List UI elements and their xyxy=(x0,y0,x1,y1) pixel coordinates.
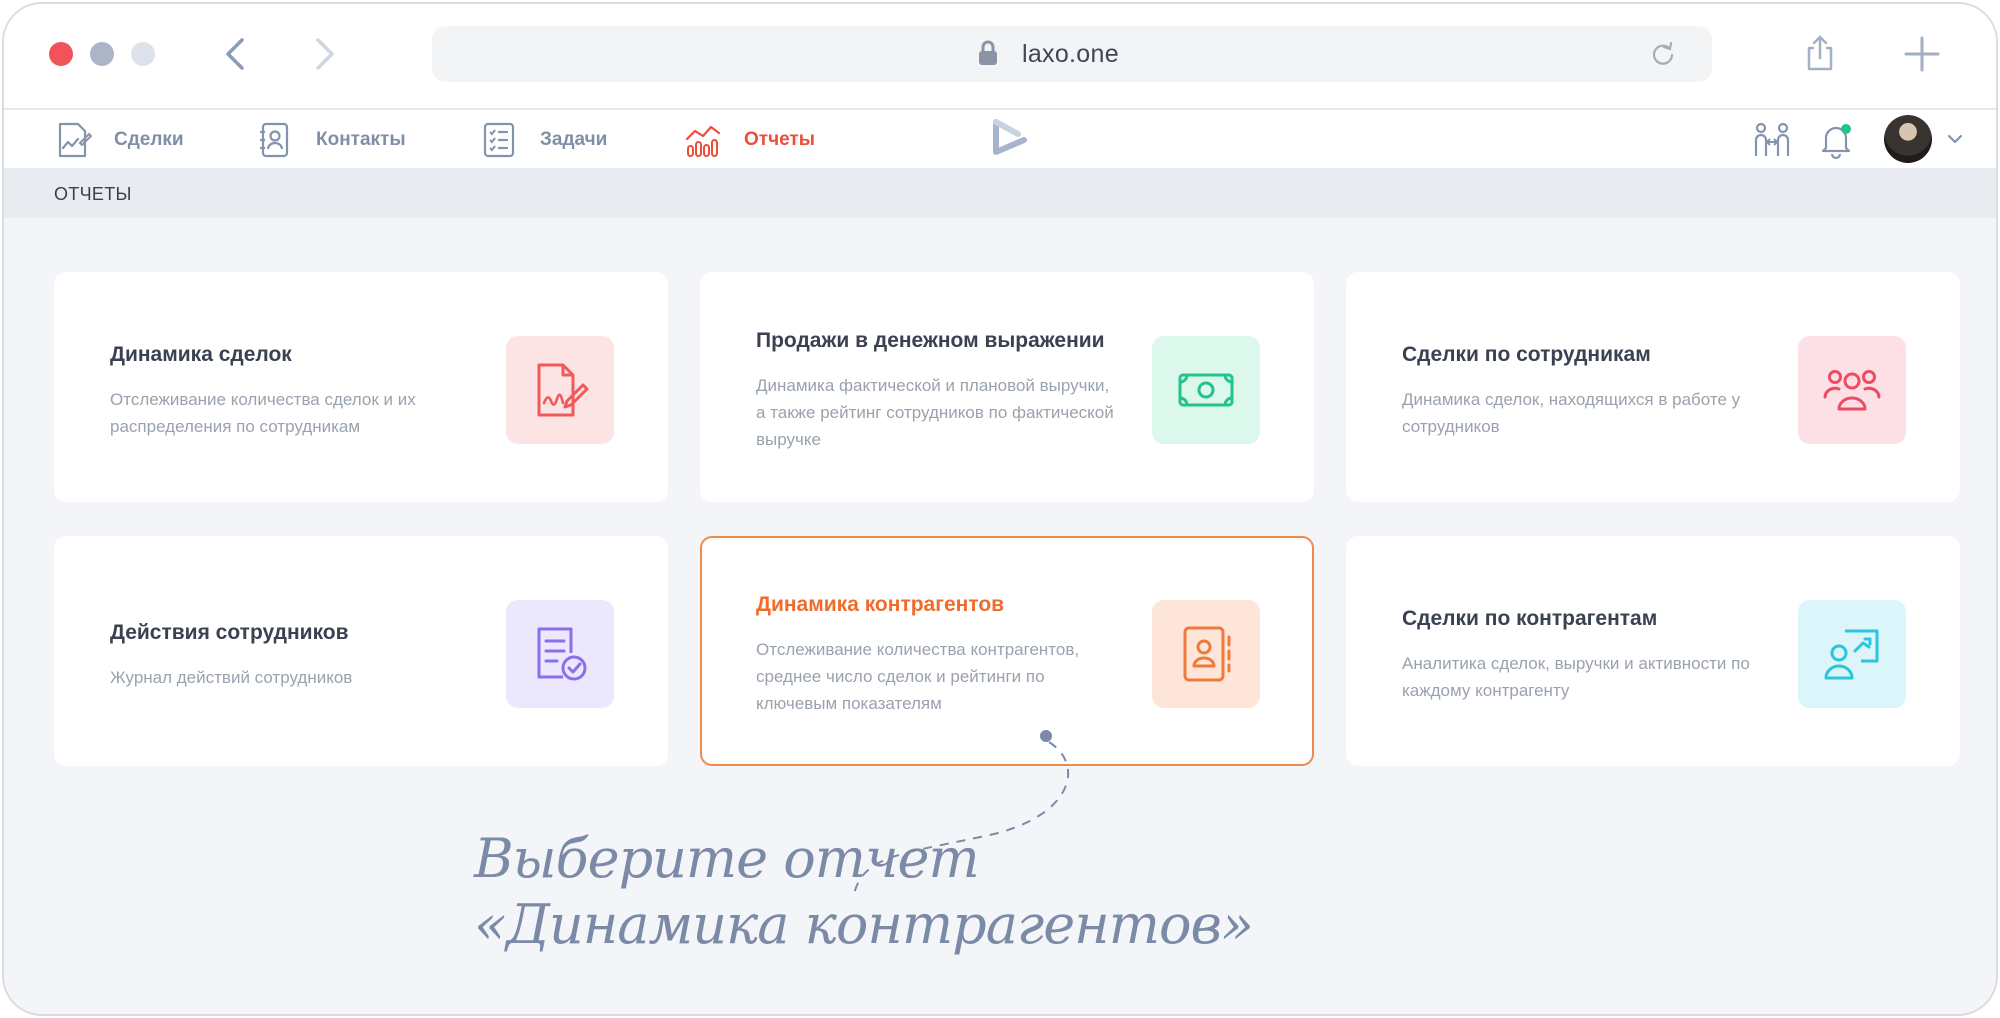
annotation-line-1: Выберите отчет xyxy=(474,827,980,890)
banknote-icon xyxy=(1178,373,1234,407)
nav-item-reports[interactable]: Отчеты xyxy=(684,120,815,160)
user-presentation-icon xyxy=(1824,629,1879,680)
card-title: Динамика контрагентов xyxy=(756,593,1005,616)
nav-item-contacts[interactable]: Контакты xyxy=(256,120,406,160)
card-icon-container xyxy=(1152,600,1260,708)
report-card-deal-dynamics[interactable]: Динамика сделок Отслеживание количества … xyxy=(54,272,668,502)
card-icon-container xyxy=(1798,600,1906,708)
close-window-button[interactable] xyxy=(49,42,73,66)
card-description: Динамика фактической и плановой выручки,… xyxy=(756,376,1114,449)
deal-document-icon xyxy=(58,122,92,158)
nav-label-deals: Сделки xyxy=(114,129,184,150)
signed-document-icon xyxy=(537,363,589,417)
chevron-down-icon[interactable] xyxy=(1946,130,1964,148)
card-description: Отслеживание количества сделок и их расп… xyxy=(110,390,416,436)
card-title: Сделки по контрагентам xyxy=(1402,607,1658,630)
notification-bell-icon[interactable] xyxy=(1816,120,1856,160)
report-card-sales-revenue[interactable]: Продажи в денежном выражении Динамика фа… xyxy=(700,272,1314,502)
card-icon-container xyxy=(1798,336,1906,444)
address-bar[interactable]: laxo.one xyxy=(432,26,1712,82)
card-icon-container xyxy=(506,336,614,444)
nav-item-tasks[interactable]: Задачи xyxy=(480,120,607,160)
nav-item-deals[interactable]: Сделки xyxy=(54,120,184,160)
card-description: Отслеживание количества контрагентов, ср… xyxy=(756,640,1080,713)
back-arrow-icon[interactable] xyxy=(216,34,256,74)
card-title: Сделки по сотрудникам xyxy=(1402,343,1651,366)
nav-label-reports: Отчеты xyxy=(744,129,815,150)
annotation-line-2: «Динамика контрагентов» xyxy=(474,893,1254,956)
minimize-window-button[interactable] xyxy=(90,42,114,66)
browser-window: laxo.one Сделки Контакты Задачи Отчеты О… xyxy=(2,2,1998,1016)
laxo-logo-icon[interactable] xyxy=(988,118,1030,162)
lock-icon xyxy=(979,40,997,65)
document-check-icon xyxy=(537,627,587,681)
card-description: Динамика сделок, находящихся в работе у … xyxy=(1402,390,1741,436)
card-description: Журнал действий сотрудников xyxy=(110,668,353,687)
nav-label-tasks: Задачи xyxy=(540,129,608,150)
annotation-text: Выберите отчет «Динамика контрагентов» xyxy=(474,826,1254,958)
card-icon-container xyxy=(1152,336,1260,444)
address-book-icon xyxy=(1183,626,1231,682)
browser-toolbar: laxo.one xyxy=(4,4,1996,110)
report-card-deals-by-counterparties[interactable]: Сделки по контрагентам Аналитика сделок,… xyxy=(1346,536,1960,766)
url-text: laxo.one xyxy=(1022,40,1119,68)
card-description: Аналитика сделок, выручки и активности п… xyxy=(1402,654,1750,700)
contact-card-icon xyxy=(260,122,289,158)
chart-bars-icon xyxy=(685,125,721,157)
forward-arrow-icon[interactable] xyxy=(304,34,344,74)
card-icon-container xyxy=(506,600,614,708)
people-group-icon xyxy=(1823,370,1881,411)
maximize-window-button[interactable] xyxy=(131,42,155,66)
card-title: Динамика сделок xyxy=(110,343,292,366)
user-avatar[interactable] xyxy=(1884,115,1932,163)
reload-icon[interactable] xyxy=(1650,41,1676,67)
app-navigation: Сделки Контакты Задачи Отчеты xyxy=(4,110,1996,168)
card-title: Действия сотрудников xyxy=(110,621,349,644)
section-header: ОТЧЕТЫ xyxy=(4,168,1996,218)
nav-label-contacts: Контакты xyxy=(316,129,406,150)
checklist-icon xyxy=(483,122,515,158)
report-card-deals-by-employees[interactable]: Сделки по сотрудникам Динамика сделок, н… xyxy=(1346,272,1960,502)
card-title: Продажи в денежном выражении xyxy=(756,329,1105,352)
new-tab-plus-icon[interactable] xyxy=(1904,36,1940,72)
page-title: ОТЧЕТЫ xyxy=(54,184,132,204)
report-card-employee-actions[interactable]: Действия сотрудников Журнал действий сот… xyxy=(54,536,668,766)
share-icon[interactable] xyxy=(1804,34,1836,72)
team-transfer-icon[interactable] xyxy=(1752,120,1792,160)
